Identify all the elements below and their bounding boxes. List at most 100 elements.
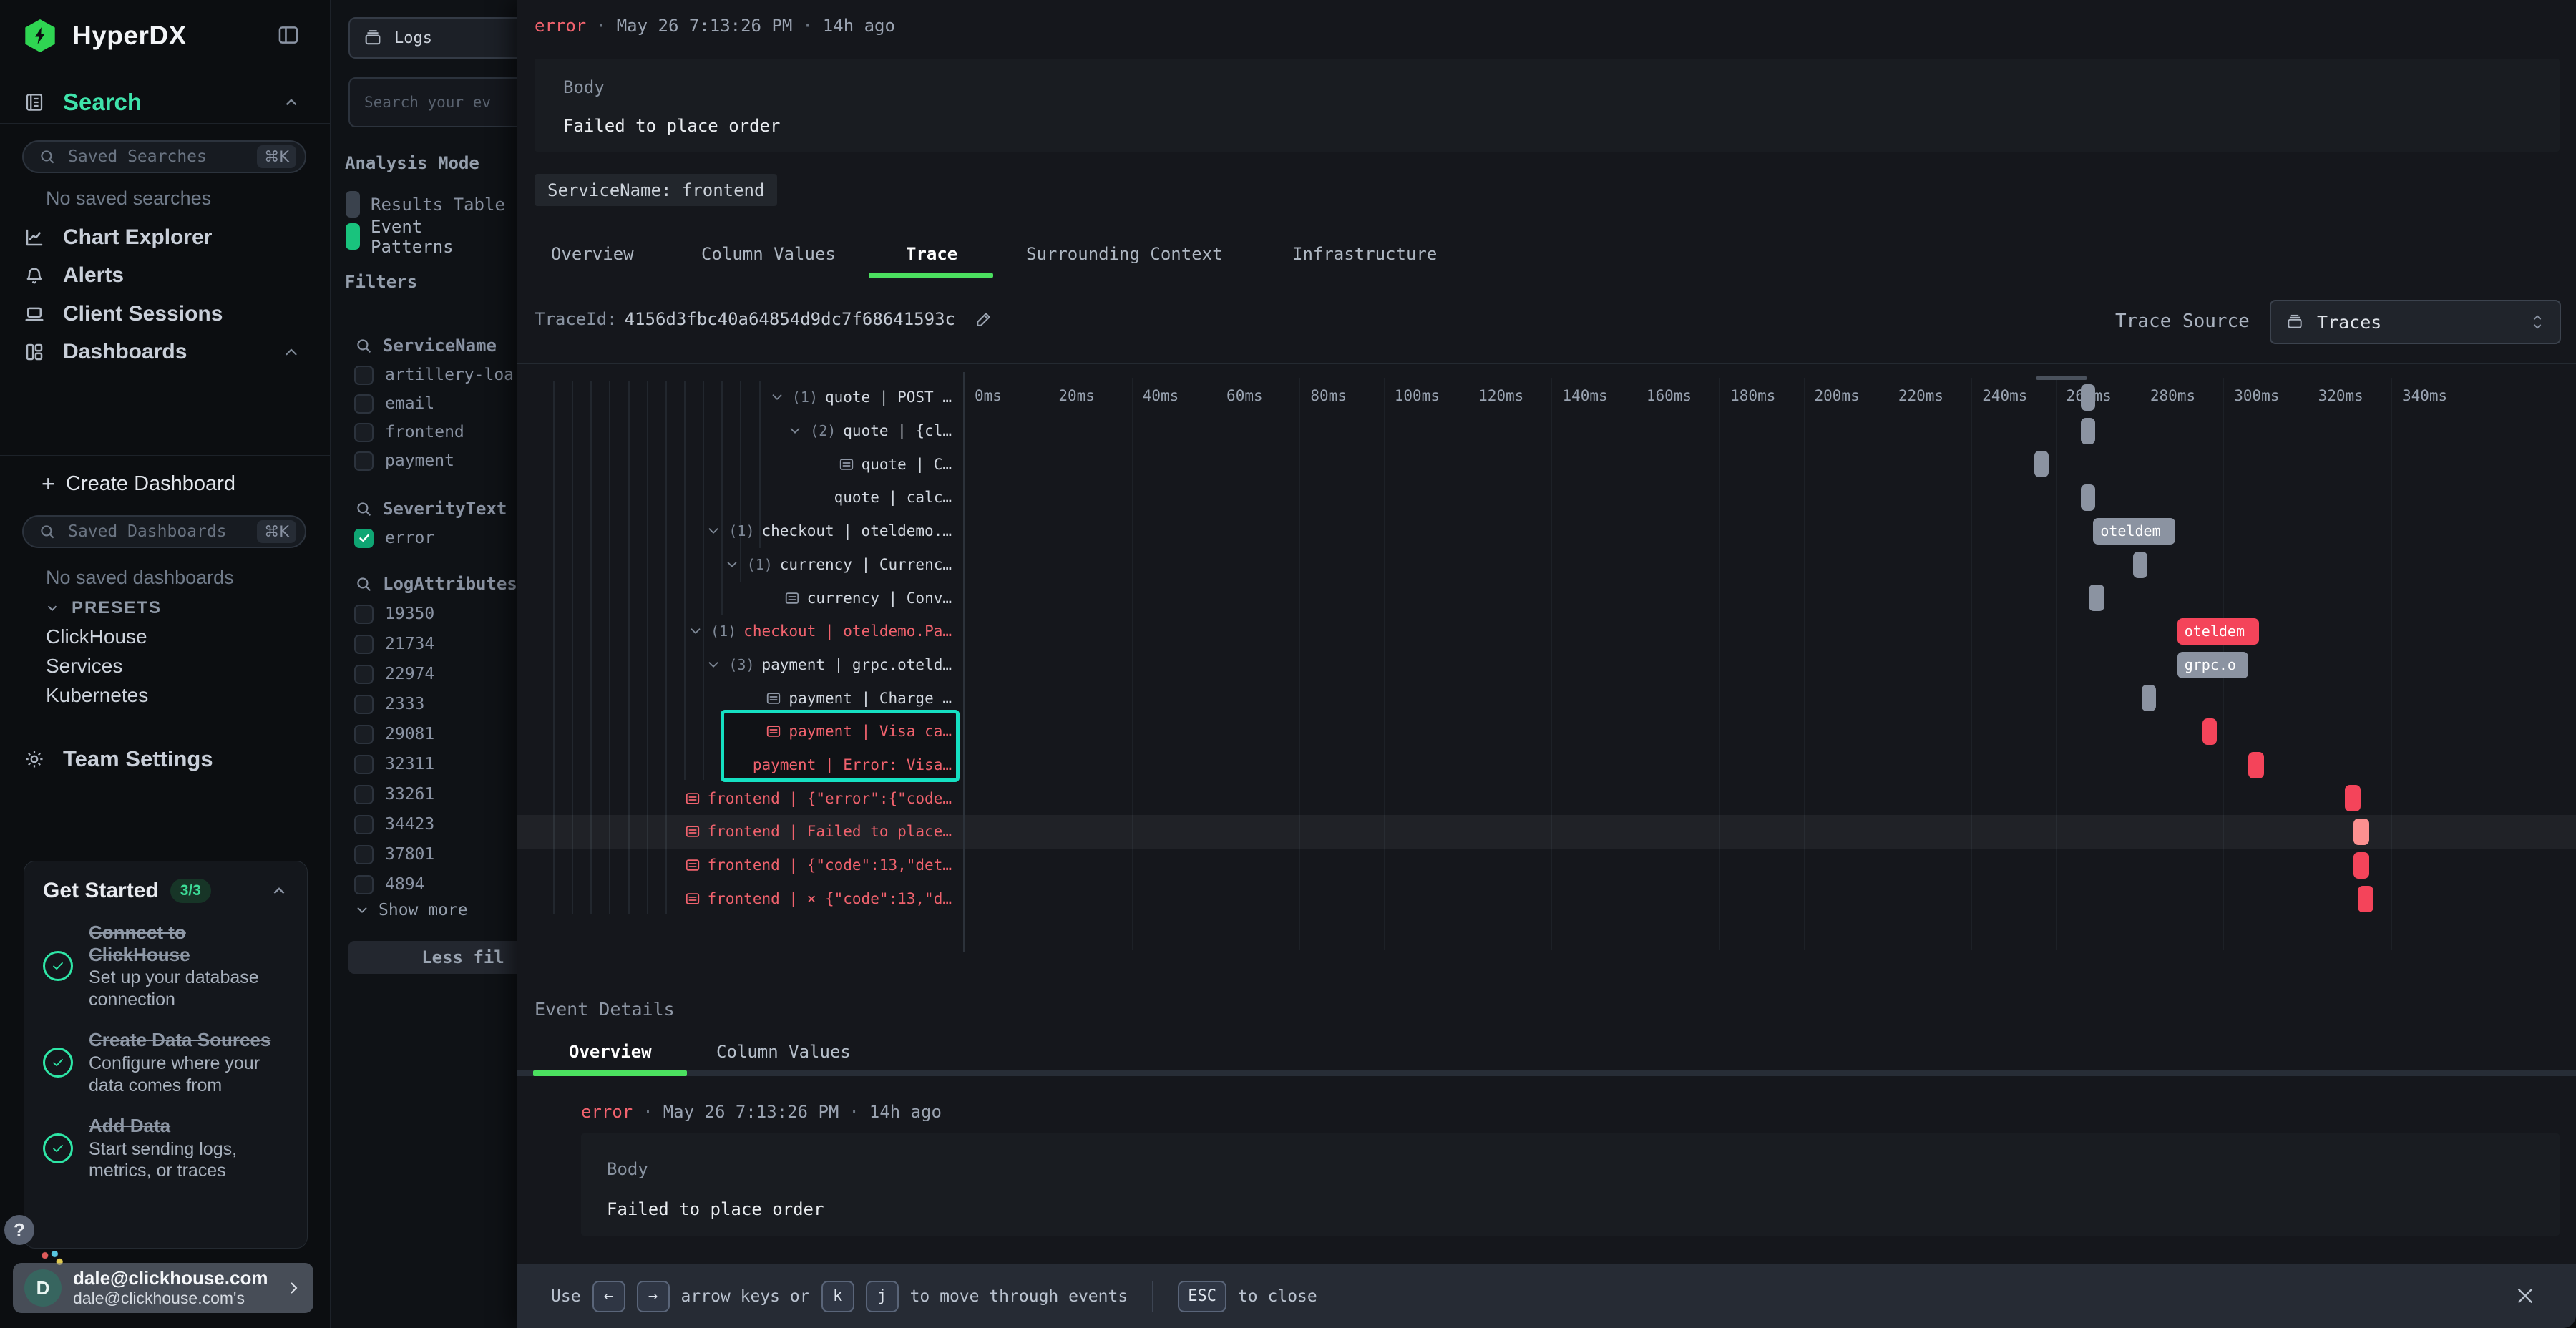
filter-option-artillery-loa[interactable]: artillery-loa <box>354 361 514 389</box>
checkbox-checked[interactable] <box>354 529 374 548</box>
waterfall-splitter[interactable] <box>963 372 965 952</box>
tab-surrounding-context[interactable]: Surrounding Context <box>1026 241 1223 267</box>
analysis-mode-results-table[interactable]: Results Table <box>346 188 510 220</box>
trace-span-bar[interactable] <box>2358 886 2373 912</box>
chevron-down-icon[interactable] <box>724 557 740 572</box>
sidebar-item-search[interactable]: Search <box>0 82 331 123</box>
trace-span-row[interactable]: frontend | Failed to place… <box>517 815 963 849</box>
filter-option-error[interactable]: error <box>354 524 434 552</box>
filter-option-19350[interactable]: 19350 <box>354 599 434 629</box>
get-started-item[interactable]: Add DataStart sending logs, metrics, or … <box>43 1115 288 1182</box>
trace-span-row[interactable]: (1)checkout | oteldemo.… <box>517 514 963 548</box>
filter-option-frontend[interactable]: frontend <box>354 418 464 446</box>
less-filters-button[interactable]: Less fil <box>348 941 517 974</box>
trace-span-row[interactable]: (1)quote | POST … <box>517 381 963 414</box>
chevron-down-icon[interactable] <box>706 523 721 539</box>
tab-column-values[interactable]: Column Values <box>701 241 836 267</box>
checkbox[interactable] <box>354 725 374 744</box>
get-started-item[interactable]: Connect to ClickHouseSet up your databas… <box>43 922 288 1010</box>
checkbox[interactable] <box>354 695 374 714</box>
sidebar-item-alerts[interactable]: Alerts <box>0 257 331 295</box>
trace-span-bar[interactable] <box>2345 785 2361 811</box>
trace-span-bar[interactable] <box>2081 418 2095 444</box>
checkbox[interactable] <box>354 394 374 414</box>
sidebar-item-team-settings[interactable]: Team Settings <box>0 740 331 778</box>
tab-overview[interactable]: Overview <box>551 241 634 267</box>
trace-source-select[interactable]: Traces <box>2270 300 2561 344</box>
chevron-down-icon[interactable] <box>706 657 721 673</box>
trace-span-bar[interactable] <box>2089 585 2104 611</box>
filter-option-33261[interactable]: 33261 <box>354 779 434 809</box>
chevron-down-icon[interactable] <box>688 623 703 639</box>
trace-span-row[interactable]: (1)currency | Currenc… <box>517 548 963 582</box>
checkbox[interactable] <box>354 635 374 654</box>
trace-span-row[interactable]: payment | Visa ca… <box>517 715 963 748</box>
trace-span-bar[interactable] <box>2034 451 2049 477</box>
preset-services[interactable]: Services <box>46 655 122 678</box>
chevron-up-icon[interactable] <box>282 343 301 361</box>
event-search-input[interactable] <box>363 93 517 112</box>
filter-option-37801[interactable]: 37801 <box>354 839 434 869</box>
tab-infrastructure[interactable]: Infrastructure <box>1292 241 1437 267</box>
trace-span-bar[interactable] <box>2248 752 2264 778</box>
checkbox[interactable] <box>354 755 374 774</box>
filter-option-32311[interactable]: 32311 <box>354 749 434 779</box>
trace-span-bar[interactable]: oteldem <box>2177 618 2259 645</box>
edit-icon[interactable] <box>974 309 994 329</box>
event-details-tab-overview[interactable]: Overview <box>569 1039 652 1065</box>
filter-option-payment[interactable]: payment <box>354 446 454 475</box>
trace-span-row[interactable]: currency | Conv… <box>517 581 963 615</box>
search-icon[interactable] <box>354 575 373 593</box>
trace-span-row[interactable]: (2)quote | {cl… <box>517 414 963 448</box>
tab-trace[interactable]: Trace <box>906 241 957 267</box>
saved-dashboards-input[interactable]: ⌘K <box>22 515 306 548</box>
checkbox[interactable] <box>354 875 374 894</box>
checkbox[interactable] <box>354 423 374 442</box>
trace-span-bar[interactable] <box>2202 718 2217 745</box>
trace-span-bar[interactable] <box>2353 819 2369 845</box>
logo[interactable]: HyperDX <box>24 19 187 52</box>
saved-searches-input[interactable]: ⌘K <box>22 140 306 173</box>
chevron-down-icon[interactable] <box>787 423 803 439</box>
event-details-tab-column-values[interactable]: Column Values <box>716 1039 851 1065</box>
close-icon[interactable] <box>2514 1284 2537 1307</box>
checkbox[interactable] <box>354 665 374 684</box>
sidebar-item-dashboards[interactable]: Dashboards <box>0 333 331 371</box>
sidebar-item-client-sessions[interactable]: Client Sessions <box>0 295 331 333</box>
chevron-up-icon[interactable] <box>282 93 301 112</box>
preset-clickhouse[interactable]: ClickHouse <box>46 625 147 648</box>
create-dashboard-button[interactable]: + Create Dashboard <box>0 467 331 501</box>
filter-option-34423[interactable]: 34423 <box>354 809 434 839</box>
source-select-button[interactable]: Logs <box>348 17 517 59</box>
chevron-down-icon[interactable] <box>769 389 785 405</box>
trace-span-row[interactable]: payment | Error: Visa… <box>517 748 963 782</box>
trace-span-row[interactable]: quote | C… <box>517 447 963 481</box>
trace-span-row[interactable]: frontend | {"error":{"code… <box>517 781 963 815</box>
saved-dashboards-field[interactable] <box>67 522 247 542</box>
checkbox[interactable] <box>354 845 374 864</box>
sidebar-item-chart-explorer[interactable]: Chart Explorer <box>0 218 331 256</box>
trace-span-bar[interactable] <box>2081 484 2095 511</box>
show-more-toggle[interactable]: Show more <box>354 896 468 924</box>
trace-span-row[interactable]: payment | Charge … <box>517 681 963 715</box>
get-started-item[interactable]: Create Data SourcesConfigure where your … <box>43 1029 288 1096</box>
sidebar-collapse-icon[interactable] <box>276 23 301 47</box>
checkbox[interactable] <box>354 451 374 471</box>
chevron-up-icon[interactable] <box>270 882 288 900</box>
trace-span-row[interactable]: (1)checkout | oteldemo.Pa… <box>517 615 963 648</box>
filter-option-2333[interactable]: 2333 <box>354 689 424 719</box>
filter-option-4894[interactable]: 4894 <box>354 869 424 899</box>
search-icon[interactable] <box>354 336 373 355</box>
search-icon[interactable] <box>354 499 373 518</box>
presets-toggle[interactable]: PRESETS <box>0 595 331 621</box>
trace-span-bar[interactable]: oteldem <box>2093 518 2175 545</box>
saved-searches-field[interactable] <box>67 147 247 167</box>
filter-option-29081[interactable]: 29081 <box>354 719 434 749</box>
checkbox[interactable] <box>354 785 374 804</box>
help-button[interactable]: ? <box>4 1215 34 1245</box>
trace-span-bar[interactable] <box>2081 384 2095 411</box>
event-search-box[interactable] <box>348 77 517 127</box>
checkbox[interactable] <box>354 815 374 834</box>
service-name-chip[interactable]: ServiceName: frontend <box>535 174 777 206</box>
user-menu[interactable]: D dale@clickhouse.com dale@clickhouse.co… <box>13 1263 313 1313</box>
